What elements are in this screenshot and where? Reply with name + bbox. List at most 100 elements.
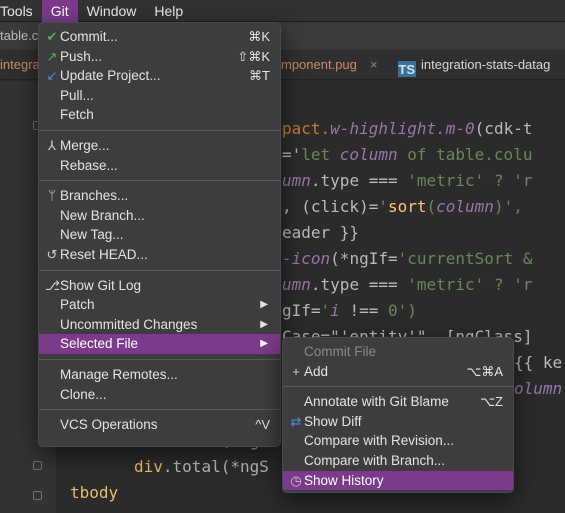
menubar-window[interactable]: Window xyxy=(78,0,146,22)
menu-item-label: Merge... xyxy=(60,137,110,153)
menu-item-pull[interactable]: Pull... xyxy=(39,86,280,106)
menu-item-label: Commit... xyxy=(60,29,118,44)
menubar-help[interactable]: Help xyxy=(145,0,192,22)
menubar-tools[interactable]: Tools xyxy=(0,0,42,22)
macos-menubar: Tools Git Window Help xyxy=(0,0,565,22)
menu-item-compare-with-branch[interactable]: Compare with Branch... xyxy=(283,451,513,471)
code-line[interactable]: olumn xyxy=(514,379,562,398)
code-token: {{ ke xyxy=(514,353,563,372)
menu-item-rebase[interactable]: Rebase... xyxy=(39,156,280,176)
menu-item-merge[interactable]: ⅄ Merge... xyxy=(39,136,280,156)
editor-tab[interactable]: integrat xyxy=(0,57,43,72)
menu-separator xyxy=(39,358,280,360)
menu-item-label: Rebase... xyxy=(60,157,118,173)
code-token: column xyxy=(436,197,494,216)
menu-item-show-git-log[interactable]: ⎇ Show Git Log xyxy=(39,276,280,296)
diff-icon: ⇄ xyxy=(290,413,302,429)
code-token: ' xyxy=(378,197,388,216)
menu-item-new-branch[interactable]: New Branch... xyxy=(39,206,280,226)
code-line[interactable]: tbody xyxy=(70,483,118,502)
git-menu: ✔ Commit... ⌘K ↗ Push... ⇧⌘K ↙ Update Project..… xyxy=(38,22,281,447)
code-token: let xyxy=(301,145,340,164)
menu-item-reset-head[interactable]: ↺ Reset HEAD... xyxy=(39,245,280,265)
menu-item-label: Selected File xyxy=(60,336,139,352)
menu-item-commit[interactable]: ✔ Commit... ⌘K xyxy=(39,27,280,47)
menu-item-manage-remotes[interactable]: Manage Remotes... xyxy=(39,365,280,385)
menu-item-selected-file[interactable]: Selected File ▶ xyxy=(39,334,280,354)
menu-item-add[interactable]: + Add ⌥⌘A xyxy=(283,362,513,382)
close-tab-icon[interactable]: × xyxy=(370,57,378,72)
menu-item-push[interactable]: ↗ Push... ⇧⌘K xyxy=(39,47,280,67)
fold-marker-icon[interactable] xyxy=(33,491,42,500)
plus-icon: + xyxy=(292,363,300,379)
keyboard-shortcut: ⇧⌘K xyxy=(237,48,270,64)
merge-icon: ⅄ xyxy=(48,137,56,153)
menu-item-clone[interactable]: Clone... xyxy=(39,385,280,405)
menu-item-show-diff[interactable]: ⇄ Show Diff xyxy=(283,412,513,432)
code-line[interactable]: , (click)='sort(column)', xyxy=(282,197,523,216)
code-line[interactable]: ='let column of table.colu xyxy=(282,145,532,164)
menu-item-label: Annotate with Git Blame xyxy=(304,394,449,410)
menu-item-commit-file: Commit File xyxy=(283,342,513,362)
code-token: gIf= xyxy=(282,301,321,320)
menu-item-label: Branches... xyxy=(60,188,129,204)
keyboard-shortcut: ^V xyxy=(255,417,270,433)
editor-tab[interactable]: integration-stats-datag xyxy=(421,57,550,72)
menu-item-label: Pull... xyxy=(60,87,94,103)
code-line[interactable]: eader }} xyxy=(282,223,359,242)
code-token: .type xyxy=(310,275,369,294)
code-token: pact. xyxy=(282,119,331,138)
menu-separator xyxy=(39,409,280,411)
fold-marker-icon[interactable] xyxy=(33,461,42,470)
menu-item-fetch[interactable]: Fetch xyxy=(39,105,280,125)
menu-item-compare-with-revision[interactable]: Compare with Revision... xyxy=(283,431,513,451)
menu-item-patch[interactable]: Patch ▶ xyxy=(39,295,280,315)
selected-file-submenu: Commit File + Add ⌥⌘A Annotate with Git Blam… xyxy=(282,337,514,493)
code-token: of table.colu xyxy=(397,145,533,164)
window-title: table.c xyxy=(0,28,39,43)
menu-item-uncommitted-changes[interactable]: Uncommitted Changes ▶ xyxy=(39,315,280,335)
menu-separator xyxy=(283,386,513,388)
menu-item-new-tag[interactable]: New Tag... xyxy=(39,225,280,245)
code-token: olumn xyxy=(514,379,563,398)
menu-item-annotate-with-git-blame[interactable]: Annotate with Git Blame ⌥Z xyxy=(283,392,513,412)
code-token: === xyxy=(368,275,398,294)
menu-item-label: Show History xyxy=(304,472,384,488)
clock-icon: ◷ xyxy=(290,472,302,488)
menu-item-label: Push... xyxy=(60,48,103,64)
code-token: (*ngIf= xyxy=(330,249,398,268)
menu-item-vcs-operations[interactable]: VCS Operations ^V xyxy=(39,415,280,435)
code-token: 'currentSort & xyxy=(397,249,533,268)
menu-item-label: Commit File xyxy=(304,344,377,359)
code-token: -icon xyxy=(282,249,331,268)
menu-item-label: New Branch... xyxy=(60,207,145,223)
code-token: =' xyxy=(282,145,302,164)
keyboard-shortcut: ⌥⌘A xyxy=(466,363,503,379)
code-token: i xyxy=(330,301,350,320)
code-line[interactable]: umn.type === 'metric' ? 'r xyxy=(282,275,532,294)
code-token: sort xyxy=(387,197,427,216)
keyboard-shortcut: ⌘T xyxy=(249,68,270,84)
branch-icon: ᛘ xyxy=(48,188,56,204)
menu-item-branches[interactable]: ᛘ Branches... xyxy=(39,186,280,206)
code-token: )', xyxy=(493,197,523,216)
menu-item-show-history[interactable]: ◷ Show History xyxy=(283,470,513,491)
code-token: tbody xyxy=(70,483,119,502)
code-token: w-highlight.m-0 xyxy=(330,119,475,138)
code-token: 0') xyxy=(378,301,417,320)
menu-item-label: VCS Operations xyxy=(60,417,158,433)
menu-item-update-project[interactable]: ↙ Update Project... ⌘T xyxy=(39,66,280,86)
submenu-arrow-icon: ▶ xyxy=(260,299,268,311)
code-token: 'metric' ? 'r xyxy=(397,275,533,294)
code-line[interactable]: gIf='i !== 0') xyxy=(282,301,417,320)
code-line[interactable]: umn.type === 'metric' ? 'r xyxy=(282,171,532,190)
editor-tab[interactable]: mponent.pug xyxy=(281,57,357,72)
git-log-icon: ⎇ xyxy=(45,277,60,293)
code-line[interactable]: -icon(*ngIf='currentSort & xyxy=(282,249,532,268)
typescript-file-icon: TS xyxy=(398,61,416,77)
code-line[interactable]: {{ ke xyxy=(514,353,562,372)
menubar-git[interactable]: Git xyxy=(41,0,78,22)
menu-item-label: Show Diff xyxy=(304,413,362,429)
code-line[interactable]: pact.w-highlight.m-0(cdk-t xyxy=(282,119,532,138)
code-token: .total(*ngS xyxy=(162,457,269,476)
